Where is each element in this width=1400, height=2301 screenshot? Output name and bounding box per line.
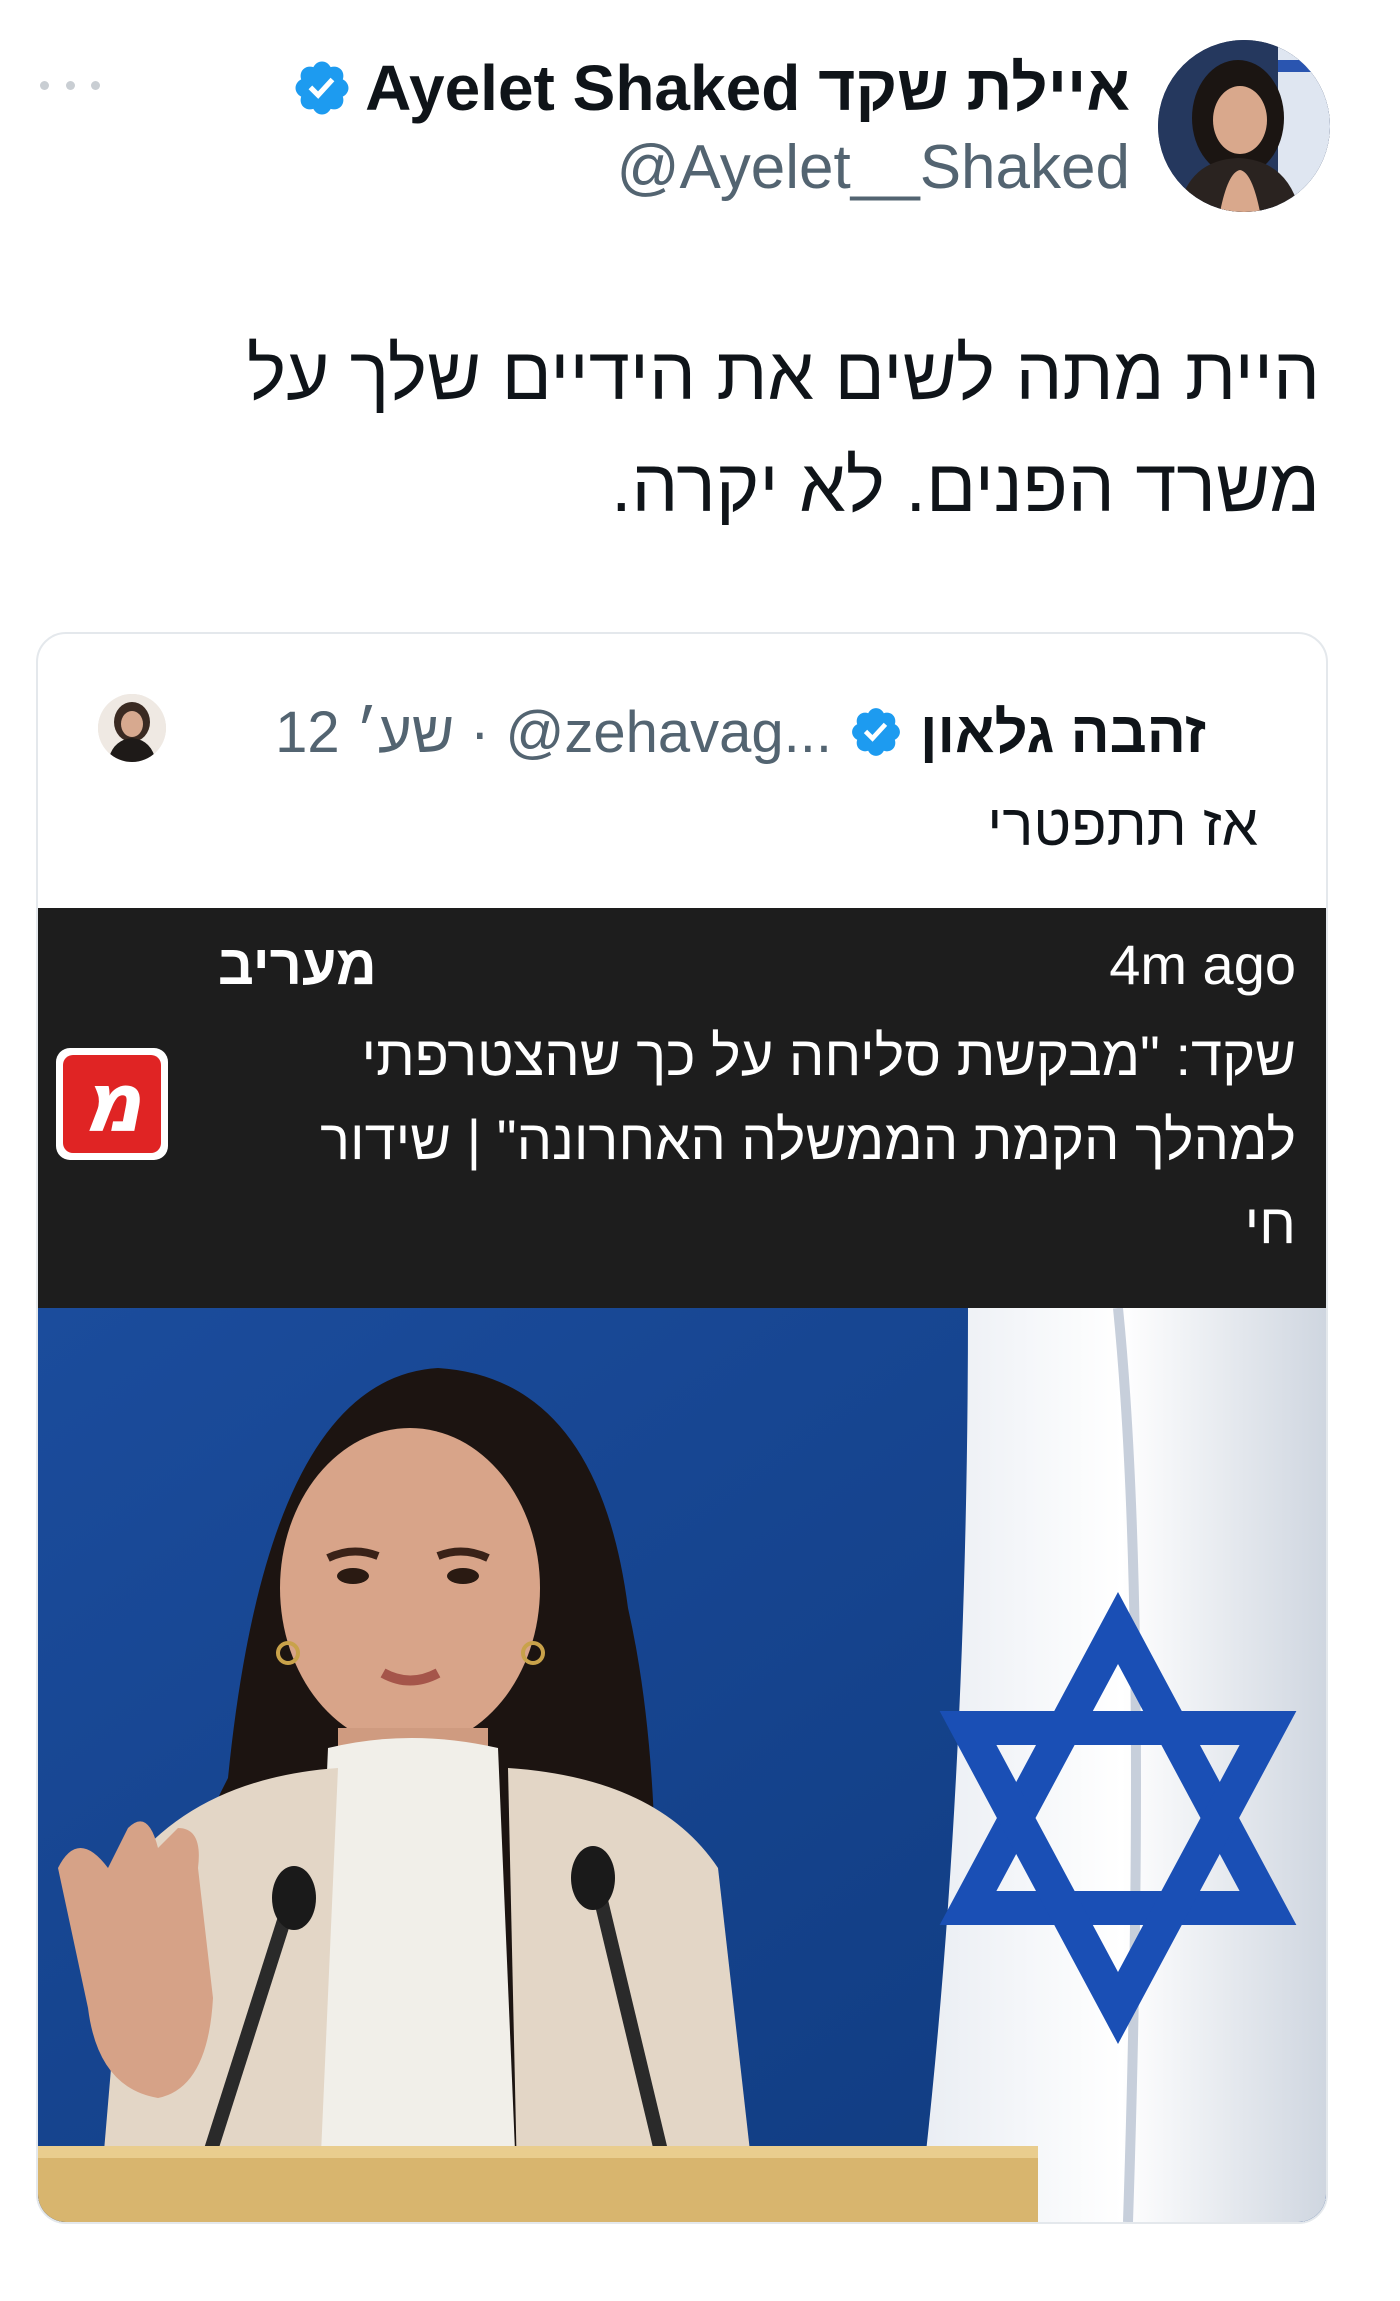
- quoted-time[interactable]: 12 שע׳: [275, 699, 454, 766]
- author-handle[interactable]: @Ayelet__Shaked: [617, 132, 1130, 203]
- more-icon[interactable]: [40, 70, 100, 100]
- maariv-logo-glyph: מ: [63, 1055, 161, 1153]
- quoted-tweet-text: אז תתפטרי: [987, 793, 1258, 858]
- news-banner[interactable]: 4m ago מעריב שקד: "מבקשת סליחה על כך שהצ…: [38, 908, 1326, 1308]
- quoted-display-name[interactable]: זהבה גלאון: [920, 699, 1206, 766]
- quoted-handle[interactable]: @zehavag...: [505, 699, 832, 766]
- news-time: 4m ago: [1109, 933, 1296, 996]
- verified-badge-icon: [852, 708, 900, 756]
- news-headline: שקד: "מבקשת סליחה על כך שהצטרפתי למהלך ה…: [320, 1024, 1296, 1255]
- quoted-avatar[interactable]: [98, 694, 166, 762]
- news-photo[interactable]: [38, 1308, 1326, 2222]
- tweet-text: היית מתה לשים את הידיים שלך על משרד הפני…: [246, 332, 1320, 527]
- verified-badge-icon: [295, 61, 349, 115]
- quoted-separator: ·: [470, 699, 490, 765]
- author-name-row[interactable]: Ayelet Shaked איילת שקד: [291, 48, 1130, 128]
- author-avatar[interactable]: [1158, 40, 1330, 212]
- quoted-tweet-card[interactable]: 12 שע׳ · @zehavag... זהבה גלאון אז תתפטר…: [36, 632, 1328, 2224]
- news-source: מעריב: [218, 933, 377, 996]
- maariv-logo-icon: מ: [56, 1048, 168, 1160]
- avatar-image: [1158, 40, 1330, 212]
- news-photo-image: [38, 1308, 1326, 2222]
- author-display-name[interactable]: Ayelet Shaked איילת שקד: [365, 51, 1130, 125]
- quoted-header: 12 שע׳ · @zehavag... זהבה גלאון: [275, 694, 1206, 770]
- quoted-avatar-image: [98, 694, 166, 762]
